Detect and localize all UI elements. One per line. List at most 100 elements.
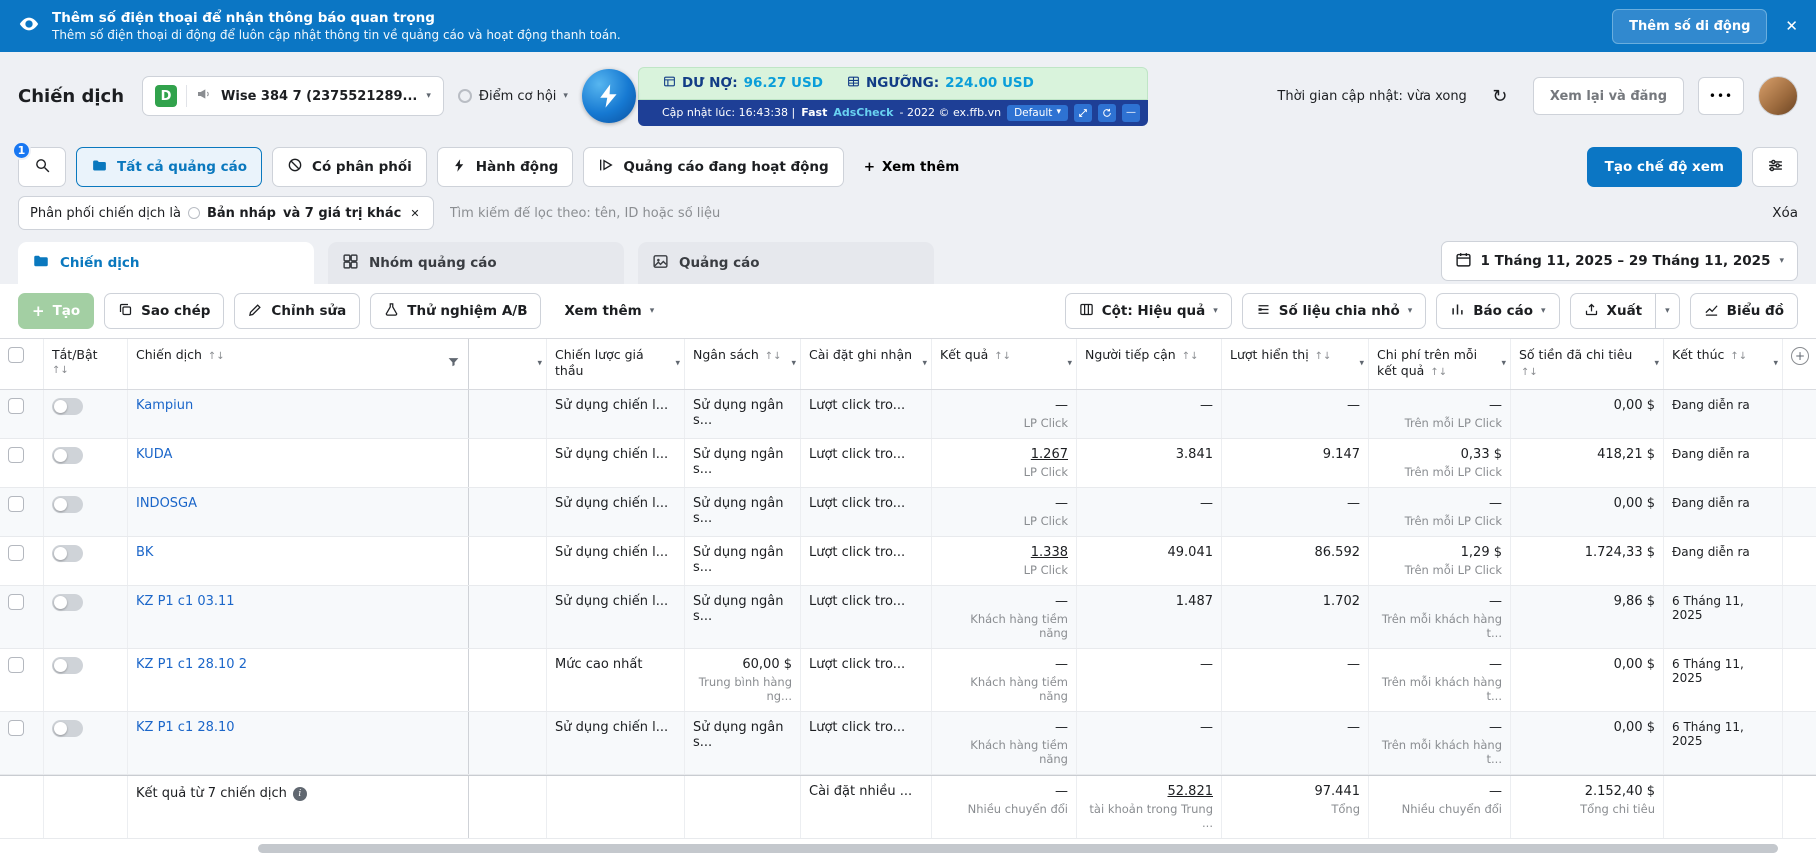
col-header-cost-per-result[interactable]: Chi phí trên mỗi kết quả ↑↓ ▾ (1369, 339, 1511, 389)
columns-button[interactable]: Cột: Hiệu quả ▾ (1064, 293, 1232, 329)
views-more-button[interactable]: + Xem thêm (854, 147, 970, 187)
info-icon[interactable]: i (292, 786, 307, 801)
reports-button[interactable]: Báo cáo ▾ (1436, 293, 1560, 329)
filter-search-input[interactable] (449, 205, 1757, 221)
row-checkbox[interactable] (8, 447, 24, 463)
tab-ad-sets[interactable]: Nhóm quảng cáo (328, 242, 624, 284)
select-all-checkbox[interactable] (8, 347, 24, 363)
campaign-name-link[interactable]: INDOSGA (136, 496, 197, 511)
footer-reach-sub: tài khoản trong Trung ... (1089, 802, 1213, 830)
add-column-icon[interactable]: + (1791, 347, 1809, 365)
duplicate-button[interactable]: Sao chép (104, 293, 225, 329)
more-options-button[interactable]: ••• (1698, 77, 1744, 115)
chevron-down-icon[interactable]: ▾ (675, 359, 680, 369)
campaign-toggle[interactable] (52, 545, 83, 562)
campaign-name-link[interactable]: KZ P1 c1 28.10 (136, 720, 235, 735)
col-header-impressions[interactable]: Lượt hiển thị ↑↓ ▾ (1222, 339, 1369, 389)
col-header-bid-strategy[interactable]: Chiến lược giá thầu ▾ (547, 339, 685, 389)
row-checkbox[interactable] (8, 720, 24, 736)
view-had-delivery[interactable]: Có phân phối (272, 147, 427, 187)
adscheck-logo[interactable] (581, 69, 636, 123)
campaign-name-link[interactable]: KZ P1 c1 03.11 (136, 594, 235, 609)
campaign-toggle[interactable] (52, 594, 83, 611)
refresh-button[interactable]: ↻ (1481, 77, 1519, 115)
clear-filters-button[interactable]: Xóa (1772, 205, 1798, 221)
filter-funnel-icon[interactable] (447, 355, 460, 372)
toolbar-more-button[interactable]: Xem thêm ▾ (551, 293, 667, 329)
campaign-toggle[interactable] (52, 720, 83, 737)
notification-banner: Thêm số điện thoại để nhận thông báo qua… (0, 0, 1816, 52)
breakdown-button[interactable]: Số liệu chia nhỏ ▾ (1241, 293, 1427, 329)
banner-close-icon[interactable]: ✕ (1785, 17, 1798, 35)
ab-test-button[interactable]: Thử nghiệm A/B (370, 293, 542, 329)
chevron-down-icon[interactable]: ▾ (922, 359, 927, 369)
result-value[interactable]: 1.338 (1031, 545, 1068, 560)
adscheck-preset-dropdown[interactable]: Default ▾ (1007, 104, 1068, 121)
campaign-name-link[interactable]: Kampiun (136, 398, 193, 413)
tab-ads[interactable]: Quảng cáo (638, 242, 934, 284)
search-button[interactable]: 1 (12, 141, 66, 187)
date-range-picker[interactable]: 1 Tháng 11, 2025 – 29 Tháng 11, 2025 ▾ (1440, 241, 1798, 281)
view-active-ads[interactable]: Quảng cáo đang hoạt động (583, 147, 844, 187)
edit-button[interactable]: Chỉnh sửa (234, 293, 361, 329)
review-publish-button[interactable]: Xem lại và đăng (1532, 77, 1684, 115)
charts-button[interactable]: Biểu đồ (1689, 293, 1798, 329)
campaign-name-link[interactable]: KZ P1 c1 28.10 2 (136, 657, 247, 672)
footer-reach[interactable]: 52.821 (1168, 784, 1214, 799)
campaign-name-link[interactable]: KUDA (136, 447, 172, 462)
col-header-attribution[interactable]: Cài đặt ghi nhận ▾ (801, 339, 932, 389)
view-settings-button[interactable] (1752, 147, 1798, 187)
chip-remove-icon[interactable]: ✕ (408, 207, 421, 220)
col-header-results[interactable]: Kết quả ↑↓ ▾ (932, 339, 1077, 389)
table-icon (663, 75, 676, 92)
delivery-filter-chip[interactable]: Phân phối chiến dịch là Bản nháp và 7 gi… (18, 196, 434, 230)
cost-per-result-cell: 0,33 $ Trên mỗi LP Click (1369, 439, 1511, 487)
export-button[interactable]: Xuất (1569, 293, 1656, 329)
minimize-icon[interactable]: — (1121, 103, 1140, 122)
chevron-down-icon[interactable]: ▾ (1359, 359, 1364, 369)
chevron-down-icon[interactable]: ▾ (1773, 359, 1778, 369)
chevron-down-icon[interactable]: ▾ (537, 359, 542, 369)
attribution-cell: Lượt click tro... (801, 488, 932, 536)
col-header-reach[interactable]: Người tiếp cận ↑↓ (1077, 339, 1222, 389)
table-row: Kampiun Sử dụng chiến l... Sử dụng ngân s.… (0, 390, 1816, 439)
banner-subtitle: Thêm số điện thoại di động để luôn cập n… (52, 28, 621, 42)
campaign-toggle[interactable] (52, 398, 83, 415)
account-selector[interactable]: D Wise 384 7 (2375521289... ▾ (142, 76, 444, 116)
chevron-down-icon[interactable]: ▾ (1501, 359, 1506, 369)
row-checkbox[interactable] (8, 657, 24, 673)
chevron-down-icon[interactable]: ▾ (1067, 359, 1072, 369)
tab-campaigns[interactable]: Chiến dịch (18, 242, 314, 284)
scrollbar-thumb[interactable] (258, 843, 1778, 853)
view-all-ads[interactable]: Tất cả quảng cáo (76, 147, 263, 187)
col-header-budget[interactable]: Ngân sách ↑↓ ▾ (685, 339, 801, 389)
col-header-ends[interactable]: Kết thúc ↑↓ ▾ (1664, 339, 1783, 389)
row-checkbox[interactable] (8, 594, 24, 610)
campaign-toggle[interactable] (52, 447, 83, 464)
chevron-down-icon[interactable]: ▾ (1654, 359, 1659, 369)
row-checkbox[interactable] (8, 398, 24, 414)
table-row: BK Sử dụng chiến l... Sử dụng ngân s... Lượ… (0, 537, 1816, 586)
row-checkbox[interactable] (8, 545, 24, 561)
campaign-toggle[interactable] (52, 496, 83, 513)
result-value[interactable]: 1.267 (1031, 447, 1068, 462)
row-checkbox[interactable] (8, 496, 24, 512)
view-actions[interactable]: Hành động (436, 147, 574, 187)
add-phone-button[interactable]: Thêm số di động (1612, 8, 1768, 44)
amount-spent-cell: 0,00 $ (1511, 649, 1664, 711)
create-view-button[interactable]: Tạo chế độ xem (1586, 147, 1742, 187)
footer-attribution-cell: Cài đặt nhiều ... (801, 776, 932, 838)
create-button[interactable]: + Tạo (18, 293, 95, 329)
col-header-campaign[interactable]: Chiến dịch ↑↓ (128, 339, 469, 389)
campaign-name-link[interactable]: BK (136, 545, 153, 560)
chevron-down-icon[interactable]: ▾ (791, 359, 796, 369)
expand-icon[interactable] (1073, 103, 1092, 122)
campaign-toggle[interactable] (52, 657, 83, 674)
export-options-button[interactable]: ▾ (1655, 293, 1680, 329)
col-header-amount-spent[interactable]: Số tiền đã chi tiêu ↑↓ ▾ (1511, 339, 1664, 389)
avatar[interactable] (1758, 76, 1798, 116)
opportunity-score[interactable]: Điểm cơ hội ▾ (457, 89, 568, 104)
col-header-delivery[interactable]: ▾ (469, 339, 547, 389)
col-header-toggle[interactable]: Tắt/Bật ↑↓ (44, 339, 128, 389)
refresh-icon[interactable] (1097, 103, 1116, 122)
